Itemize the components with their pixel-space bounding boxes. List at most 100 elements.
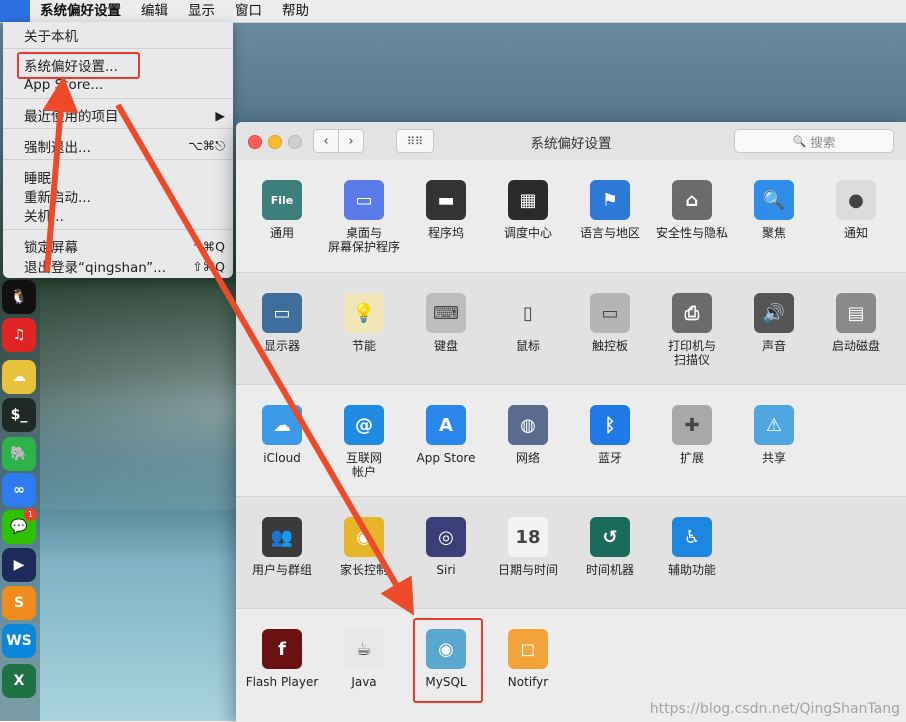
pref-pane-security[interactable]: ⌂ 安全性与隐私	[652, 180, 732, 270]
pref-pane-label: 鼠标	[515, 339, 540, 353]
menu-edit[interactable]: 编辑	[131, 0, 178, 22]
netease-music-icon[interactable]: ♫	[2, 318, 36, 352]
pref-pane-mission-control[interactable]: ▦ 调度中心	[488, 180, 568, 270]
pref-pane-parental-controls[interactable]: ◉ 家长控制	[324, 517, 404, 607]
webstorm-icon[interactable]: WS	[2, 624, 36, 658]
pref-pane-java[interactable]: ☕ Java	[324, 629, 404, 719]
minimize-button[interactable]	[268, 135, 282, 149]
zoom-button[interactable]	[288, 135, 302, 149]
language-region-icon: ⚑	[590, 180, 630, 220]
siri-icon: ◎	[426, 517, 466, 557]
pref-pane-general[interactable]: File 通用	[242, 180, 322, 270]
pref-pane-language-region[interactable]: ⚑ 语言与地区	[570, 180, 650, 270]
back-button[interactable]: ‹	[313, 129, 339, 153]
time-machine-icon: ↺	[590, 517, 630, 557]
menu-item-about[interactable]: 关于本机	[3, 25, 233, 45]
energy-saver-icon: 💡	[344, 293, 384, 333]
menu-item-shutdown[interactable]: 关机...	[3, 205, 233, 225]
show-all-button[interactable]: ⠿⠿	[396, 129, 434, 153]
menu-view[interactable]: 显示	[178, 0, 225, 22]
terminal-icon[interactable]: $_	[2, 398, 36, 432]
trackpad-icon: ▭	[590, 293, 630, 333]
pref-pane-notifyr[interactable]: ◻ Notifyr	[488, 629, 568, 719]
pref-pane-startup-disk[interactable]: ▤ 启动磁盘	[816, 293, 896, 383]
menu-item-lock-screen[interactable]: 锁定屏幕 ^⌘Q	[3, 236, 233, 257]
window-title: 系统偏好设置	[530, 136, 612, 152]
menu-item-log-out[interactable]: 退出登录“qingshan”... ⇧⌘Q	[3, 256, 233, 277]
pref-pane-energy-saver[interactable]: 💡 节能	[324, 293, 404, 383]
menu-help[interactable]: 帮助	[272, 0, 319, 22]
submenu-arrow-icon: ▶	[215, 107, 225, 123]
pref-pane-internet-accounts[interactable]: @ 互联网 帐户	[324, 405, 404, 495]
close-button[interactable]	[248, 135, 262, 149]
java-icon: ☕	[344, 629, 384, 669]
pref-pane-app-store[interactable]: A App Store	[406, 405, 486, 495]
pref-pane-label: Java	[351, 675, 377, 689]
pref-pane-extensions[interactable]: ✚ 扩展	[652, 405, 732, 495]
menu-separator	[3, 128, 233, 129]
date-time-icon: 18	[508, 517, 548, 557]
baidu-netdisk-icon[interactable]: ∞	[2, 473, 36, 507]
pref-pane-sound[interactable]: 🔊 声音	[734, 293, 814, 383]
pref-pane-bluetooth[interactable]: ᛒ 蓝牙	[570, 405, 650, 495]
pref-pane-label: 语言与地区	[579, 226, 640, 240]
general-icon: File	[262, 180, 302, 220]
pref-pane-keyboard[interactable]: ⌨ 键盘	[406, 293, 486, 383]
menu-item-force-quit[interactable]: 强制退出... ⌥⌘⎋	[3, 136, 233, 156]
evernote-icon[interactable]: 🐘	[2, 437, 36, 471]
pref-pane-displays[interactable]: ▭ 显示器	[242, 293, 322, 383]
media-player-icon[interactable]: ▶	[2, 548, 36, 582]
menu-separator	[3, 48, 233, 49]
pref-pane-label: 启动磁盘	[831, 339, 880, 353]
menu-item-recent-items[interactable]: 最近使用的项目 ▶	[3, 105, 233, 126]
pref-pane-label: 辅助功能	[667, 563, 716, 577]
pref-pane-label: 蓝牙	[597, 451, 622, 465]
notifyr-icon: ◻	[508, 629, 548, 669]
pref-pane-label: iCloud	[263, 451, 301, 465]
menu-item-label: 强制退出...	[24, 140, 91, 156]
pref-pane-printer[interactable]: ⎙ 打印机与 扫描仪	[652, 293, 732, 383]
menu-shortcut: ^⌘Q	[192, 238, 225, 254]
mouse-icon: ▯	[508, 293, 548, 333]
menu-item-sleep[interactable]: 睡眠	[3, 167, 233, 187]
pref-pane-trackpad[interactable]: ▭ 触控板	[570, 293, 650, 383]
pref-pane-icloud[interactable]: ☁ iCloud	[242, 405, 322, 495]
apple-menu-icon[interactable]	[0, 0, 30, 22]
highlight-box-mysql	[413, 618, 483, 703]
pref-pane-label: 网络	[515, 451, 540, 465]
pref-pane-spotlight[interactable]: 🔍 聚焦	[734, 180, 814, 270]
pref-pane-label: 声音	[761, 339, 786, 353]
qq-icon[interactable]: 🐧	[2, 280, 36, 314]
menu-separator	[3, 159, 233, 160]
menu-window[interactable]: 窗口	[225, 0, 272, 22]
displays-icon: ▭	[262, 293, 302, 333]
sublime-text-icon[interactable]: S	[2, 586, 36, 620]
menu-app-name[interactable]: 系统偏好设置	[30, 0, 131, 22]
excel-icon[interactable]: X	[2, 664, 36, 698]
pref-pane-accessibility[interactable]: ♿ 辅助功能	[652, 517, 732, 607]
pref-pane-dock[interactable]: ▬ 程序坞	[406, 180, 486, 270]
pref-pane-desktop[interactable]: ▭ 桌面与 屏幕保护程序	[324, 180, 404, 270]
pref-pane-flash-player[interactable]: f Flash Player	[242, 629, 322, 719]
search-field[interactable]: 🔍 搜索	[734, 129, 894, 153]
pref-pane-time-machine[interactable]: ↺ 时间机器	[570, 517, 650, 607]
pref-pane-mouse[interactable]: ▯ 鼠标	[488, 293, 568, 383]
pref-pane-network[interactable]: ◍ 网络	[488, 405, 568, 495]
preferences-section-1: File 通用 ▭ 桌面与 屏幕保护程序 ▬ 程序坞 ▦ 调度中心 ⚑ 语言与地区 ⌂ 安全性与隐私 🔍…	[236, 160, 906, 272]
menu-item-label: 关于本机	[24, 29, 78, 45]
menu-item-restart[interactable]: 重新启动...	[3, 186, 233, 206]
pref-pane-label: 调度中心	[503, 226, 552, 240]
menu-shortcut: ⇧⌘Q	[192, 258, 225, 274]
pref-pane-date-time[interactable]: 18 日期与时间	[488, 517, 568, 607]
cloud-drive-icon[interactable]: ☁	[2, 360, 36, 394]
pref-pane-label: 触控板	[591, 339, 628, 353]
pref-pane-siri[interactable]: ◎ Siri	[406, 517, 486, 607]
pref-pane-notifications[interactable]: ● 通知	[816, 180, 896, 270]
mission-control-icon: ▦	[508, 180, 548, 220]
pref-pane-users-groups[interactable]: 👥 用户与群组	[242, 517, 322, 607]
pref-pane-sharing[interactable]: ⚠ 共享	[734, 405, 814, 495]
sound-icon: 🔊	[754, 293, 794, 333]
menu-item-label: 重新启动...	[24, 190, 91, 206]
users-groups-icon: 👥	[262, 517, 302, 557]
forward-button[interactable]: ›	[338, 129, 364, 153]
